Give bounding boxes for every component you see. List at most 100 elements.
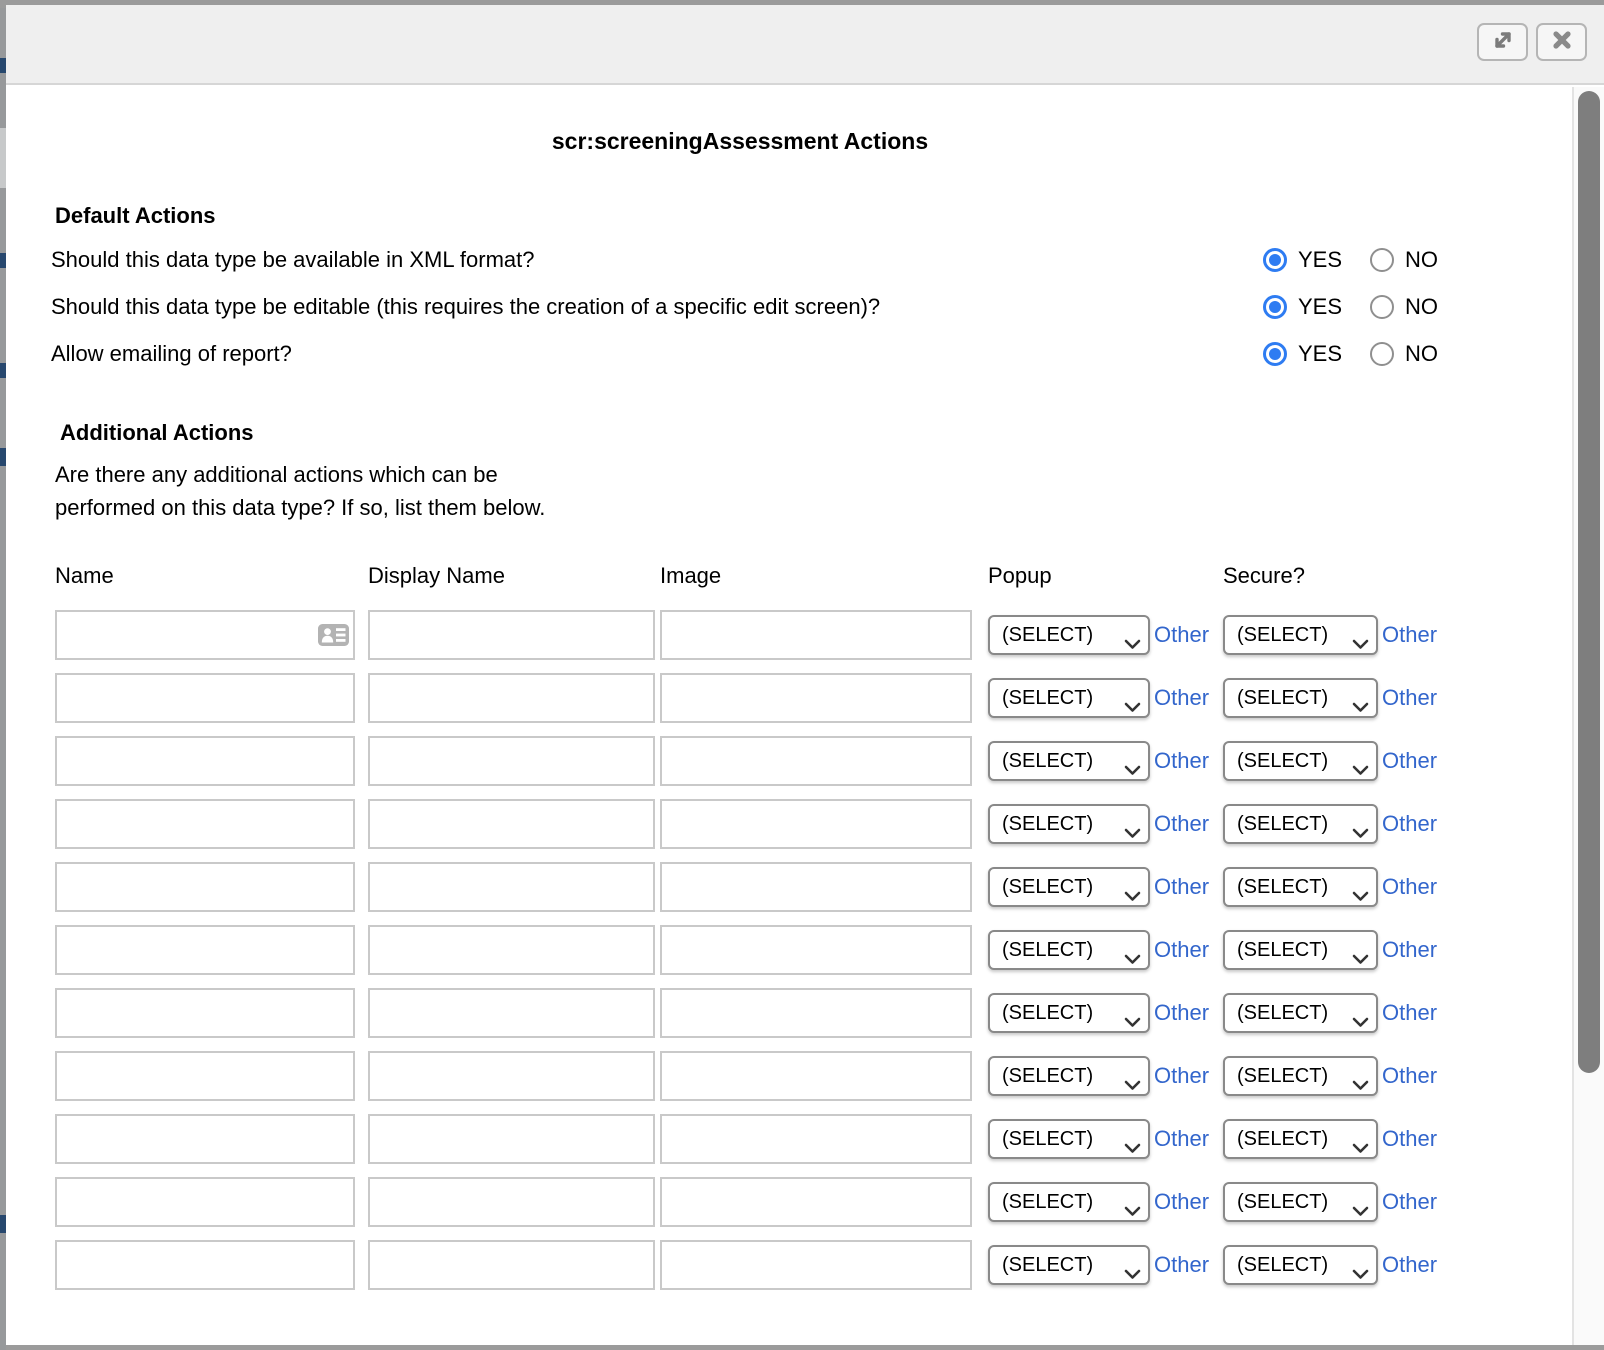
popup-other-link[interactable]: Other [1154, 1189, 1209, 1215]
popup-other-link[interactable]: Other [1154, 937, 1209, 963]
secure-cell: (SELECT) Other [1223, 736, 1451, 786]
display-name-input[interactable] [368, 736, 655, 786]
image-input[interactable] [660, 1051, 972, 1101]
radio-yes[interactable] [1263, 248, 1287, 272]
display-name-input[interactable] [368, 1177, 655, 1227]
secure-other-link[interactable]: Other [1382, 622, 1437, 648]
radio-yes[interactable] [1263, 295, 1287, 319]
name-input[interactable] [55, 1051, 355, 1101]
image-input[interactable] [660, 988, 972, 1038]
description-line: Are there any additional actions which c… [55, 458, 1474, 491]
name-input[interactable] [55, 610, 355, 660]
secure-other-link[interactable]: Other [1382, 937, 1437, 963]
image-input[interactable] [660, 862, 972, 912]
popup-other-link[interactable]: Other [1154, 685, 1209, 711]
popup-select[interactable]: (SELECT) [988, 867, 1150, 907]
image-input[interactable] [660, 925, 972, 975]
image-input[interactable] [660, 673, 972, 723]
secure-other-link[interactable]: Other [1382, 748, 1437, 774]
display-name-input[interactable] [368, 799, 655, 849]
name-input[interactable] [55, 1177, 355, 1227]
image-input[interactable] [660, 736, 972, 786]
secure-select[interactable]: (SELECT) [1223, 1245, 1378, 1285]
popup-cell: (SELECT) Other [988, 673, 1213, 723]
secure-other-link[interactable]: Other [1382, 874, 1437, 900]
name-input[interactable] [55, 925, 355, 975]
popup-select[interactable]: (SELECT) [988, 615, 1150, 655]
popup-select[interactable]: (SELECT) [988, 678, 1150, 718]
image-input[interactable] [660, 610, 972, 660]
display-name-input[interactable] [368, 925, 655, 975]
radio-no[interactable] [1370, 248, 1394, 272]
image-input[interactable] [660, 1177, 972, 1227]
popup-other-link[interactable]: Other [1154, 748, 1209, 774]
secure-select[interactable]: (SELECT) [1223, 1119, 1378, 1159]
display-name-input[interactable] [368, 673, 655, 723]
secure-select[interactable]: (SELECT) [1223, 1056, 1378, 1096]
secure-select[interactable]: (SELECT) [1223, 1182, 1378, 1222]
popup-select[interactable]: (SELECT) [988, 1119, 1150, 1159]
popup-select[interactable]: (SELECT) [988, 993, 1150, 1033]
image-input[interactable] [660, 1114, 972, 1164]
display-name-input[interactable] [368, 988, 655, 1038]
popup-select[interactable]: (SELECT) [988, 1056, 1150, 1096]
popup-select[interactable]: (SELECT) [988, 804, 1150, 844]
display-name-input[interactable] [368, 1240, 655, 1290]
popup-other-link[interactable]: Other [1154, 1000, 1209, 1026]
name-cell [55, 799, 355, 849]
secure-select[interactable]: (SELECT) [1223, 741, 1378, 781]
name-input[interactable] [55, 799, 355, 849]
column-header-name: Name [55, 563, 355, 589]
name-input[interactable] [55, 736, 355, 786]
secure-other-link[interactable]: Other [1382, 1000, 1437, 1026]
popup-select[interactable]: (SELECT) [988, 741, 1150, 781]
scrollbar-thumb[interactable] [1578, 91, 1600, 1073]
display-name-input[interactable] [368, 1051, 655, 1101]
popup-other-link[interactable]: Other [1154, 1252, 1209, 1278]
secure-select[interactable]: (SELECT) [1223, 804, 1378, 844]
name-input[interactable] [55, 988, 355, 1038]
actions-table-body: (SELECT) Other (SELECT) Other [55, 610, 1474, 1290]
radio-no-label: NO [1405, 341, 1438, 367]
radio-yes-label: YES [1298, 294, 1342, 320]
popup-other-link[interactable]: Other [1154, 1126, 1209, 1152]
image-input[interactable] [660, 799, 972, 849]
name-input[interactable] [55, 1114, 355, 1164]
secure-other-link[interactable]: Other [1382, 1189, 1437, 1215]
display-name-input[interactable] [368, 1114, 655, 1164]
secure-select[interactable]: (SELECT) [1223, 867, 1378, 907]
secure-select[interactable]: (SELECT) [1223, 993, 1378, 1033]
popup-other-link[interactable]: Other [1154, 622, 1209, 648]
name-input[interactable] [55, 673, 355, 723]
popup-other-link[interactable]: Other [1154, 1063, 1209, 1089]
popup-select[interactable]: (SELECT) [988, 1182, 1150, 1222]
name-input[interactable] [55, 1240, 355, 1290]
radio-no[interactable] [1370, 342, 1394, 366]
popup-select[interactable]: (SELECT) [988, 930, 1150, 970]
secure-select[interactable]: (SELECT) [1223, 930, 1378, 970]
secure-select[interactable]: (SELECT) [1223, 678, 1378, 718]
scrollbar-track[interactable] [1572, 87, 1604, 1345]
secure-other-link[interactable]: Other [1382, 1126, 1437, 1152]
dialog-header [6, 5, 1604, 85]
secure-other-link[interactable]: Other [1382, 685, 1437, 711]
secure-other-link[interactable]: Other [1382, 811, 1437, 837]
display-name-cell [368, 610, 655, 660]
table-row: (SELECT) Other (SELECT) Other [55, 1051, 1474, 1101]
popup-cell: (SELECT) Other [988, 1114, 1213, 1164]
popup-other-link[interactable]: Other [1154, 874, 1209, 900]
popup-other-link[interactable]: Other [1154, 811, 1209, 837]
image-cell [660, 736, 972, 786]
secure-other-link[interactable]: Other [1382, 1252, 1437, 1278]
popup-select[interactable]: (SELECT) [988, 1245, 1150, 1285]
secure-select[interactable]: (SELECT) [1223, 615, 1378, 655]
radio-yes[interactable] [1263, 342, 1287, 366]
display-name-input[interactable] [368, 862, 655, 912]
name-input[interactable] [55, 862, 355, 912]
close-button[interactable] [1536, 23, 1587, 61]
image-input[interactable] [660, 1240, 972, 1290]
expand-button[interactable] [1477, 23, 1528, 61]
secure-other-link[interactable]: Other [1382, 1063, 1437, 1089]
display-name-input[interactable] [368, 610, 655, 660]
radio-no[interactable] [1370, 295, 1394, 319]
